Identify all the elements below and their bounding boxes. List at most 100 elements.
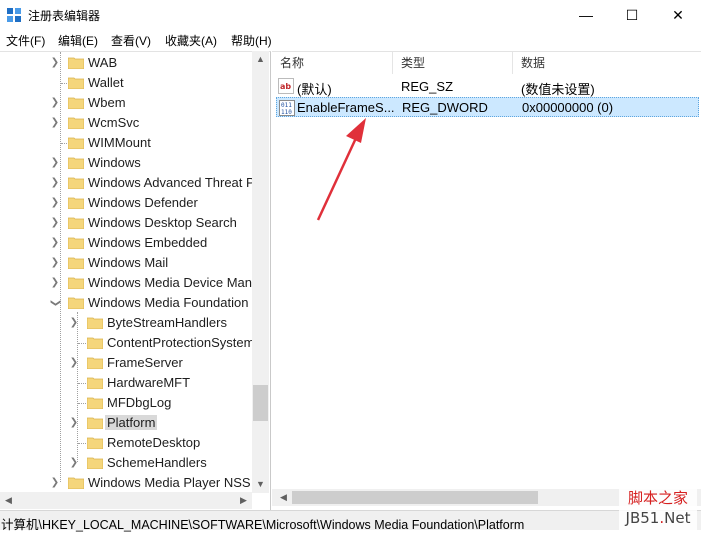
close-button[interactable]: ✕ bbox=[655, 0, 701, 30]
tree-item-label: ContentProtectionSystem bbox=[107, 335, 255, 350]
tree-item-label: ByteStreamHandlers bbox=[107, 315, 227, 330]
value-data: 0x00000000 (0) bbox=[522, 100, 614, 115]
value-list[interactable]: 名称 类型 数据 ab (默认) REG_SZ (数值未设置) 011 110 … bbox=[272, 51, 701, 511]
tree-vertical-scroll-thumb[interactable] bbox=[253, 385, 268, 421]
tree-item-label: Windows Defender bbox=[88, 195, 198, 210]
tree-item[interactable]: HardwareMFT bbox=[0, 373, 252, 393]
tree-item[interactable]: ❯ Windows Desktop Search bbox=[0, 213, 252, 233]
list-item[interactable]: ab (默认) REG_SZ (数值未设置) bbox=[272, 76, 699, 97]
folder-icon bbox=[68, 477, 84, 489]
tree-item[interactable]: WIMMount bbox=[0, 133, 252, 153]
maximize-button[interactable]: ☐ bbox=[609, 0, 655, 30]
tree-item[interactable]: ❯ WcmSvc bbox=[0, 113, 252, 133]
list-horizontal-scroll-thumb[interactable] bbox=[292, 491, 538, 504]
watermark-domain-left: JB51 bbox=[625, 509, 660, 527]
folder-icon bbox=[87, 337, 103, 349]
tree-item[interactable]: ❯ Windows Embedded bbox=[0, 233, 252, 253]
folder-icon bbox=[68, 217, 84, 229]
tree-item[interactable]: Wallet bbox=[0, 73, 252, 93]
column-header-data[interactable]: 数据 bbox=[513, 52, 699, 74]
string-value-icon: ab bbox=[278, 78, 294, 94]
tree-item[interactable]: ❯ Windows Media Device Man bbox=[0, 273, 252, 293]
tree-item-label: WAB bbox=[88, 55, 118, 70]
key-tree[interactable]: ❯ WAB Wallet ❯ Wbem ❯ WcmSvc WIMMount ❯ … bbox=[0, 51, 271, 511]
expand-chevron-icon[interactable]: ❯ bbox=[50, 117, 60, 129]
site-watermark: 脚本之家 JB51.Net bbox=[619, 488, 697, 530]
expand-chevron-icon[interactable]: ❯ bbox=[50, 197, 60, 209]
tree-item[interactable]: RemoteDesktop bbox=[0, 433, 252, 453]
scroll-left-arrow-icon[interactable]: ◀ bbox=[275, 489, 292, 506]
scroll-up-arrow-icon[interactable]: ▲ bbox=[252, 51, 269, 68]
folder-icon bbox=[68, 137, 84, 149]
folder-icon bbox=[68, 117, 84, 129]
expand-chevron-icon[interactable]: ❯ bbox=[50, 157, 60, 169]
tree-item[interactable]: ❯ Windows Media Player NSS bbox=[0, 473, 252, 493]
scroll-left-arrow-icon[interactable]: ◀ bbox=[0, 492, 17, 509]
tree-item-label: MFDbgLog bbox=[107, 395, 172, 410]
expand-chevron-icon[interactable]: ❯ bbox=[50, 57, 60, 69]
svg-text:ab: ab bbox=[280, 82, 291, 91]
expand-chevron-icon[interactable]: ❯ bbox=[50, 237, 60, 249]
expand-chevron-icon[interactable]: ❯ bbox=[50, 277, 60, 289]
tree-item-label: Windows Media Device Man bbox=[88, 275, 253, 290]
expand-chevron-icon[interactable]: ❯ bbox=[69, 417, 79, 429]
list-item-selected[interactable]: 011 110 EnableFrameS... REG_DWORD 0x0000… bbox=[276, 97, 699, 117]
folder-icon bbox=[87, 317, 103, 329]
minimize-button[interactable]: — bbox=[563, 0, 609, 30]
expand-chevron-icon[interactable]: ❯ bbox=[50, 97, 60, 109]
tree-item-label: Windows Advanced Threat P bbox=[88, 175, 255, 190]
tree-item-label: Windows Desktop Search bbox=[88, 215, 237, 230]
scroll-right-arrow-icon[interactable]: ▶ bbox=[235, 492, 252, 509]
value-name: EnableFrameS... bbox=[297, 100, 395, 115]
value-data: (数值未设置) bbox=[521, 82, 595, 97]
tree-item[interactable]: ❯ Windows Advanced Threat P bbox=[0, 173, 255, 193]
tree-guide-line bbox=[78, 343, 86, 344]
menu-view[interactable]: 查看(V) bbox=[111, 32, 151, 49]
expand-chevron-icon[interactable]: ❯ bbox=[69, 457, 79, 469]
column-header-name[interactable]: 名称 bbox=[272, 52, 393, 74]
expand-chevron-icon[interactable]: ❯ bbox=[50, 257, 60, 269]
tree-guide-line bbox=[78, 403, 86, 404]
menu-file[interactable]: 文件(F) bbox=[6, 32, 45, 49]
watermark-title: 脚本之家 bbox=[627, 489, 688, 507]
expand-chevron-icon[interactable]: ❯ bbox=[50, 177, 60, 189]
tree-item[interactable]: ❯ FrameServer bbox=[0, 353, 252, 373]
value-name: (默认) bbox=[297, 82, 332, 97]
folder-icon bbox=[68, 257, 84, 269]
tree-guide-line bbox=[61, 143, 67, 144]
menu-bar: 文件(F) 编辑(E) 查看(V) 收藏夹(A) 帮助(H) bbox=[0, 30, 701, 50]
menu-edit[interactable]: 编辑(E) bbox=[58, 32, 98, 49]
tree-horizontal-scrollbar[interactable]: ◀ ▶ bbox=[0, 492, 252, 509]
dword-value-icon: 011 110 bbox=[279, 100, 295, 116]
tree-item[interactable]: ❯ Windows Defender bbox=[0, 193, 252, 213]
tree-item[interactable]: ❯ ByteStreamHandlers bbox=[0, 313, 252, 333]
tree-item-label: Platform bbox=[105, 415, 158, 430]
menu-favorites[interactable]: 收藏夹(A) bbox=[165, 32, 217, 49]
watermark-domain: JB51.Net bbox=[619, 508, 697, 528]
tree-item[interactable]: ❯ Windows Mail bbox=[0, 253, 252, 273]
folder-icon bbox=[68, 177, 84, 189]
expand-chevron-icon[interactable]: ❯ bbox=[69, 357, 79, 369]
scroll-down-arrow-icon[interactable]: ▼ bbox=[252, 476, 269, 493]
tree-item[interactable]: ❯ SchemeHandlers bbox=[0, 453, 252, 473]
expand-chevron-icon[interactable]: ❯ bbox=[50, 217, 60, 229]
tree-vertical-scrollbar[interactable]: ▲ ▼ bbox=[252, 51, 269, 493]
tree-item-selected[interactable]: ❯ Platform bbox=[0, 413, 252, 433]
tree-item[interactable]: ❯ Windows Media Foundation bbox=[0, 293, 252, 313]
folder-icon bbox=[87, 377, 103, 389]
collapse-chevron-icon[interactable]: ❯ bbox=[49, 298, 61, 308]
column-header-type[interactable]: 类型 bbox=[393, 52, 513, 74]
folder-icon bbox=[68, 97, 84, 109]
menu-help[interactable]: 帮助(H) bbox=[231, 32, 272, 49]
tree-item[interactable]: ❯ Windows bbox=[0, 153, 252, 173]
tree-item[interactable]: ❯ Wbem bbox=[0, 93, 252, 113]
svg-text:011: 011 bbox=[281, 102, 292, 109]
tree-item[interactable]: ❯ WAB bbox=[0, 53, 252, 73]
folder-icon bbox=[68, 277, 84, 289]
tree-item[interactable]: MFDbgLog bbox=[0, 393, 252, 413]
tree-guide-line bbox=[78, 443, 86, 444]
tree-item-label: HardwareMFT bbox=[107, 375, 191, 390]
expand-chevron-icon[interactable]: ❯ bbox=[69, 317, 79, 329]
tree-item[interactable]: ContentProtectionSystem bbox=[0, 333, 255, 353]
expand-chevron-icon[interactable]: ❯ bbox=[50, 477, 60, 489]
